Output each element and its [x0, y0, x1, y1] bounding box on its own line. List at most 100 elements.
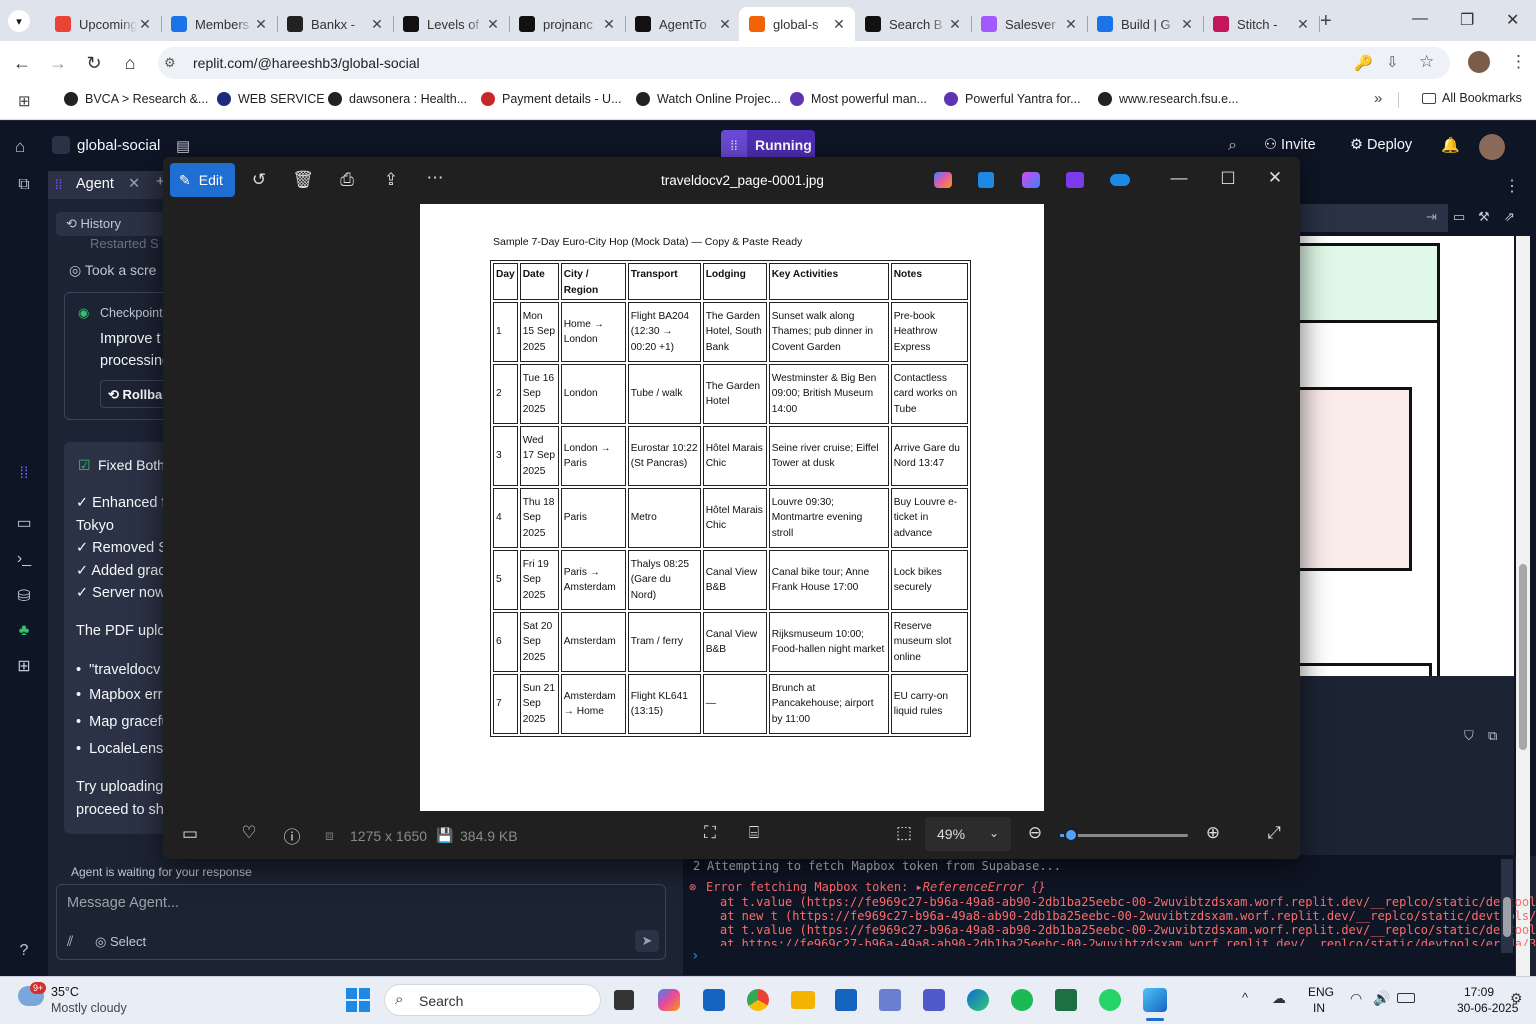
- whatsapp-icon[interactable]: [1099, 989, 1121, 1011]
- key-icon[interactable]: 🔑: [1354, 54, 1373, 72]
- filmstrip-icon[interactable]: ▭: [178, 824, 202, 844]
- history-button[interactable]: ⟲ History: [56, 212, 166, 236]
- photos-edit-icon[interactable]: [978, 172, 994, 188]
- browser-tab[interactable]: Bankx - ✕: [277, 7, 394, 41]
- close-agent-tab-icon[interactable]: ✕: [128, 176, 140, 192]
- browser-tab[interactable]: Upcoming ✕: [45, 7, 162, 41]
- close-window-button[interactable]: ✕: [1506, 10, 1519, 30]
- close-tab-icon[interactable]: ✕: [1295, 16, 1311, 33]
- shell-icon[interactable]: ›_: [15, 550, 33, 568]
- scan-text-icon[interactable]: ⌸: [742, 823, 766, 843]
- help-icon[interactable]: ?: [15, 942, 33, 960]
- more-bookmarks-icon[interactable]: »: [1374, 90, 1382, 107]
- new-tab-button[interactable]: +: [1320, 10, 1332, 33]
- photos-taskbar-icon[interactable]: [1143, 988, 1167, 1012]
- teams-icon[interactable]: [923, 989, 945, 1011]
- console-prompt-icon[interactable]: ›: [691, 948, 699, 964]
- copilot-icon[interactable]: [934, 172, 952, 188]
- notifications-icon[interactable]: ⚙: [1510, 990, 1523, 1007]
- delete-icon[interactable]: 🗑: [291, 170, 315, 190]
- browser-tab[interactable]: projnanc ✕: [509, 7, 626, 41]
- forward-button[interactable]: →: [46, 51, 70, 75]
- close-tab-icon[interactable]: ✕: [947, 16, 963, 33]
- windows-start-icon[interactable]: [346, 988, 370, 1012]
- open-new-tab-icon[interactable]: ⇗: [1504, 209, 1515, 225]
- excel-icon[interactable]: [1055, 989, 1077, 1011]
- rotate-icon[interactable]: ↺: [247, 170, 271, 190]
- fit-to-window-icon[interactable]: ⬚: [892, 823, 916, 843]
- copy-icon[interactable]: ⧉: [1488, 728, 1497, 744]
- info-icon[interactable]: ⓘ: [280, 823, 304, 848]
- profile-avatar[interactable]: [1468, 51, 1490, 73]
- attach-icon[interactable]: ⫽: [67, 933, 73, 950]
- volume-icon[interactable]: 🔊: [1373, 990, 1390, 1007]
- close-tab-icon[interactable]: ✕: [253, 16, 269, 33]
- wifi-icon[interactable]: ◠: [1350, 990, 1362, 1007]
- message-agent-input[interactable]: Message Agent... ⫽ ◎ Select ➤: [56, 884, 666, 960]
- zoom-slider-thumb[interactable]: [1064, 828, 1079, 842]
- deploy-button[interactable]: ⚙ Deploy: [1350, 137, 1412, 153]
- edge-icon[interactable]: [967, 989, 989, 1011]
- browser-tab[interactable]: Salesver ✕: [971, 7, 1088, 41]
- edit-button[interactable]: ✎ Edit: [170, 163, 235, 197]
- snipping-tool-icon[interactable]: [879, 989, 901, 1011]
- share-icon[interactable]: ⇪: [379, 170, 403, 190]
- bookmark-star-icon[interactable]: ☆: [1419, 52, 1434, 72]
- invite-button[interactable]: ⚇ Invite: [1264, 137, 1316, 153]
- all-bookmarks[interactable]: All Bookmarks: [1422, 91, 1522, 105]
- minimize-button[interactable]: —: [1412, 10, 1428, 28]
- tools-icon[interactable]: ⧉: [15, 176, 33, 194]
- battery-icon[interactable]: [1397, 993, 1415, 1003]
- select-element-button[interactable]: ◎ Select: [95, 934, 146, 950]
- clock-time[interactable]: 17:09: [1464, 985, 1494, 999]
- database-icon[interactable]: ⛁: [15, 586, 33, 605]
- files-icon[interactable]: ▤: [176, 137, 190, 155]
- console-error-type[interactable]: ▸ReferenceError {}: [916, 880, 1046, 894]
- task-view-icon[interactable]: [614, 990, 634, 1010]
- close-tab-icon[interactable]: ✕: [601, 16, 617, 33]
- browser-tab[interactable]: Search B ✕: [855, 7, 972, 41]
- browser-tab[interactable]: Levels of ✕: [393, 7, 510, 41]
- close-tab-icon[interactable]: ✕: [137, 16, 153, 33]
- viewer-close-button[interactable]: ✕: [1263, 168, 1287, 188]
- store-icon[interactable]: [835, 989, 857, 1011]
- close-tab-icon[interactable]: ✕: [717, 16, 733, 33]
- preview-scroll-thumb[interactable]: [1519, 564, 1527, 750]
- apps-grid-icon[interactable]: ⊞: [18, 92, 31, 110]
- user-avatar[interactable]: [1479, 134, 1505, 160]
- bookmark-item[interactable]: dawsonera : Health...: [328, 92, 467, 106]
- close-tab-icon[interactable]: ✕: [1179, 16, 1195, 33]
- copilot-taskbar-icon[interactable]: [658, 989, 680, 1011]
- devices-icon[interactable]: ▭: [1453, 209, 1465, 225]
- restore-button[interactable]: ❐: [1460, 10, 1474, 30]
- run-status-button[interactable]: ⁞⁞ Running: [721, 130, 815, 160]
- all-tools-icon[interactable]: ⊞: [15, 656, 33, 675]
- chrome-taskbar-icon[interactable]: [747, 989, 769, 1011]
- designer-icon[interactable]: [1022, 172, 1040, 188]
- preview-go-icon[interactable]: ⇥: [1426, 209, 1437, 225]
- widgets-app-icon[interactable]: [703, 989, 725, 1011]
- reload-button[interactable]: ↻: [82, 51, 106, 75]
- viewer-maximize-button[interactable]: ☐: [1216, 169, 1240, 189]
- bookmark-item[interactable]: WEB SERVICE: [217, 92, 325, 106]
- filter-icon[interactable]: ⛉: [1464, 728, 1474, 744]
- pane-menu-icon[interactable]: ⋮: [1504, 176, 1520, 196]
- tab-search-button[interactable]: ▾: [8, 10, 30, 32]
- bookmark-item[interactable]: BVCA > Research &...: [64, 92, 208, 106]
- install-app-icon[interactable]: ⇩: [1386, 53, 1399, 71]
- url-text[interactable]: replit.com/@hareeshb3/global-social: [193, 55, 420, 71]
- close-tab-icon[interactable]: ✕: [369, 16, 385, 33]
- console-scrollbar[interactable]: [1501, 859, 1513, 953]
- bookmark-item[interactable]: Most powerful man...: [790, 92, 927, 106]
- browser-tab[interactable]: Build | G ✕: [1087, 7, 1204, 41]
- notifications-bell-icon[interactable]: 🔔: [1441, 136, 1460, 154]
- close-tab-icon[interactable]: ✕: [831, 16, 847, 33]
- language-region[interactable]: IN: [1313, 1001, 1325, 1015]
- console-scroll-thumb[interactable]: [1503, 897, 1511, 937]
- secrets-icon[interactable]: ♣: [15, 622, 33, 640]
- browser-tab[interactable]: Members ✕: [161, 7, 278, 41]
- show-hidden-icons-icon[interactable]: ^: [1242, 990, 1248, 1005]
- zoom-out-icon[interactable]: ⊖: [1023, 823, 1047, 843]
- spotify-icon[interactable]: [1011, 989, 1033, 1011]
- taskbar-search-box[interactable]: ⌕ Search: [384, 984, 601, 1016]
